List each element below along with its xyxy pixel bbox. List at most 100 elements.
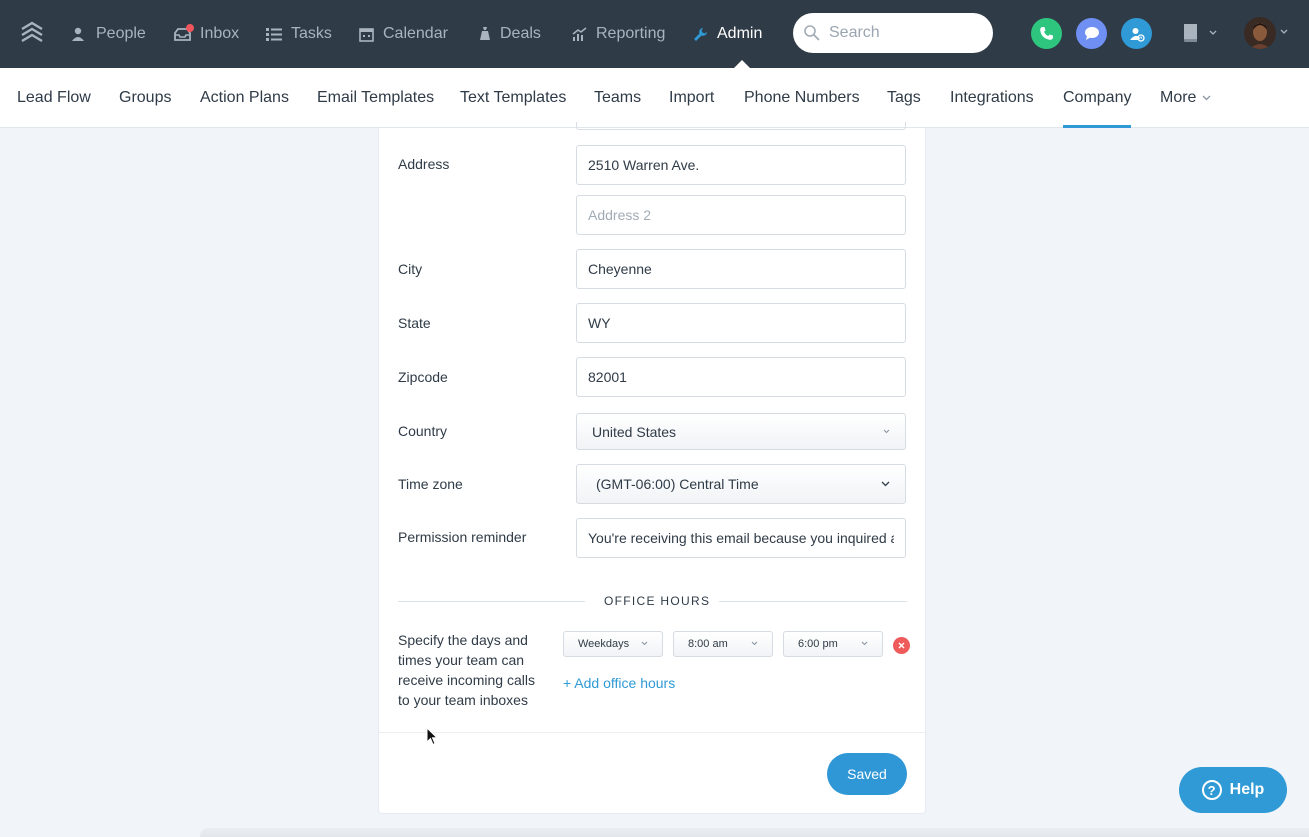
remove-office-hours-button[interactable] bbox=[893, 637, 910, 654]
chevron-down-icon bbox=[1209, 30, 1217, 35]
subnav-label: Teams bbox=[594, 89, 642, 106]
city-input[interactable] bbox=[576, 249, 906, 289]
person-icon bbox=[72, 27, 84, 41]
chevron-down-icon bbox=[883, 429, 890, 434]
nav-item-tasks[interactable]: Tasks bbox=[266, 0, 332, 68]
search-input[interactable] bbox=[829, 24, 979, 42]
subnav-label: Groups bbox=[119, 89, 172, 106]
section-divider bbox=[398, 601, 585, 602]
subnav-phone-numbers[interactable]: Phone Numbers bbox=[744, 68, 860, 128]
subnav-label: Lead Flow bbox=[17, 89, 91, 106]
chevron-down-icon[interactable] bbox=[1280, 29, 1288, 35]
office-days-value: Weekdays bbox=[578, 638, 630, 650]
city-label: City bbox=[398, 261, 423, 277]
country-select[interactable]: United States bbox=[576, 413, 906, 450]
subnav-tags[interactable]: Tags bbox=[887, 68, 921, 128]
office-days-select[interactable]: Weekdays bbox=[563, 631, 663, 657]
nav-label: Calendar bbox=[383, 25, 448, 42]
unread-badge bbox=[186, 24, 194, 32]
subnav-email-templates[interactable]: Email Templates bbox=[317, 68, 434, 128]
chevron-down-icon bbox=[641, 641, 648, 646]
subnav-import[interactable]: Import bbox=[669, 68, 714, 128]
mouse-cursor-icon bbox=[426, 727, 438, 746]
office-hours-description: Specify the days and times your team can… bbox=[398, 632, 535, 708]
subnav-label: Phone Numbers bbox=[744, 89, 860, 106]
nav-item-people[interactable]: People bbox=[71, 0, 146, 68]
subnav-more[interactable]: More bbox=[1160, 68, 1211, 128]
address2-input[interactable] bbox=[576, 195, 906, 235]
admin-subnav: Lead Flow Groups Action Plans Email Temp… bbox=[0, 68, 1309, 128]
office-hours-title: OFFICE HOURS bbox=[604, 594, 711, 608]
nav-item-inbox[interactable]: Inbox bbox=[174, 0, 239, 68]
chevron-down-icon bbox=[861, 641, 868, 646]
address-input[interactable] bbox=[576, 145, 906, 185]
state-input[interactable] bbox=[576, 303, 906, 343]
search-box[interactable] bbox=[793, 13, 993, 53]
subnav-integrations[interactable]: Integrations bbox=[950, 68, 1034, 128]
subnav-teams[interactable]: Teams bbox=[594, 68, 641, 128]
nav-label: Reporting bbox=[596, 25, 666, 42]
timezone-value: (GMT-06:00) Central Time bbox=[596, 476, 759, 492]
close-icon bbox=[898, 642, 905, 649]
permission-reminder-input[interactable] bbox=[576, 518, 906, 558]
subnav-groups[interactable]: Groups bbox=[119, 68, 171, 128]
subnav-lead-flow[interactable]: Lead Flow bbox=[17, 68, 91, 128]
chevron-down-icon bbox=[881, 481, 890, 487]
chart-icon bbox=[572, 26, 587, 41]
footer-divider bbox=[379, 732, 927, 733]
timezone-select[interactable]: (GMT-06:00) Central Time bbox=[576, 464, 906, 504]
nav-label: Tasks bbox=[291, 25, 332, 42]
chat-button[interactable] bbox=[1076, 18, 1107, 49]
zipcode-label: Zipcode bbox=[398, 369, 448, 385]
state-label: State bbox=[398, 315, 431, 331]
office-start-time-select[interactable]: 8:00 am bbox=[673, 631, 773, 657]
logo-icon[interactable] bbox=[20, 20, 44, 46]
previous-field-edge bbox=[576, 122, 906, 130]
list-icon bbox=[266, 27, 282, 41]
avatar[interactable] bbox=[1244, 17, 1276, 49]
active-nav-pointer bbox=[734, 60, 750, 68]
subnav-action-plans[interactable]: Action Plans bbox=[200, 68, 289, 128]
user-photo-icon bbox=[1244, 17, 1276, 49]
book-icon bbox=[1184, 24, 1197, 42]
phone-button[interactable] bbox=[1031, 18, 1062, 49]
subnav-label: Tags bbox=[887, 89, 921, 106]
timezone-label: Time zone bbox=[398, 476, 463, 492]
contact-status-button[interactable] bbox=[1121, 18, 1152, 49]
nav-label: Admin bbox=[717, 25, 763, 42]
person-status-icon bbox=[1129, 27, 1145, 42]
add-office-hours-link[interactable]: + Add office hours bbox=[563, 675, 675, 691]
calendar-icon bbox=[359, 27, 374, 42]
subnav-label: Action Plans bbox=[200, 89, 289, 106]
chevron-down-icon bbox=[1202, 95, 1211, 101]
save-button[interactable]: Saved bbox=[827, 753, 907, 795]
office-end-value: 6:00 pm bbox=[798, 638, 838, 650]
address-label: Address bbox=[398, 156, 450, 172]
country-label: Country bbox=[398, 423, 448, 439]
subnav-label: Integrations bbox=[950, 89, 1034, 106]
chevron-down-icon bbox=[751, 641, 758, 646]
money-bag-icon bbox=[480, 27, 490, 40]
help-icon: ? bbox=[1201, 780, 1222, 800]
nav-item-reporting[interactable]: Reporting bbox=[572, 0, 665, 68]
phone-icon bbox=[1040, 27, 1053, 40]
help-button[interactable]: ? Help bbox=[1179, 767, 1287, 813]
nav-label: Deals bbox=[500, 25, 541, 42]
subnav-company[interactable]: Company bbox=[1063, 68, 1132, 128]
zipcode-input[interactable] bbox=[576, 357, 906, 397]
nav-item-calendar[interactable]: Calendar bbox=[359, 0, 448, 68]
section-divider bbox=[719, 601, 907, 602]
subnav-label: More bbox=[1160, 89, 1197, 106]
office-end-time-select[interactable]: 6:00 pm bbox=[783, 631, 883, 657]
top-nav: People Inbox Tasks Calendar Deals Report… bbox=[0, 0, 1309, 68]
nav-item-admin[interactable]: Admin bbox=[693, 0, 762, 68]
search-icon bbox=[804, 25, 820, 41]
help-label: Help bbox=[1229, 781, 1265, 798]
permission-reminder-label: Permission reminder bbox=[398, 529, 527, 545]
subnav-label: Company bbox=[1063, 89, 1132, 106]
resources-button[interactable] bbox=[1181, 22, 1217, 44]
company-settings-card: Address City State Zipcode Country Unite… bbox=[378, 122, 927, 814]
subnav-text-templates[interactable]: Text Templates bbox=[460, 68, 566, 128]
bottom-panel-edge bbox=[200, 828, 1309, 837]
nav-item-deals[interactable]: Deals bbox=[479, 0, 541, 68]
